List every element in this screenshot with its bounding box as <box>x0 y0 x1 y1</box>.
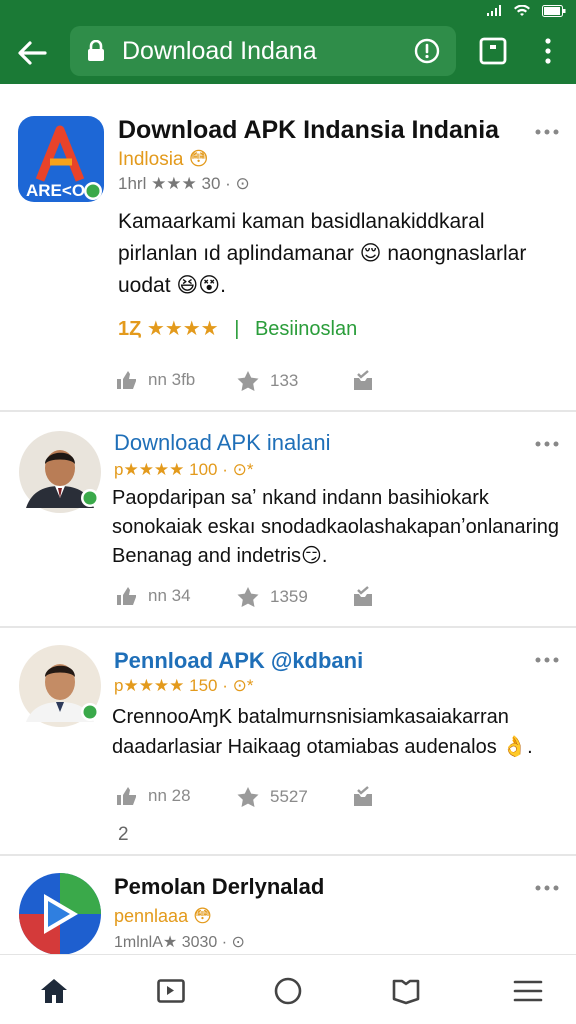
thumbs-up-icon <box>117 587 136 605</box>
star-icon <box>237 371 259 391</box>
inbox-check-icon <box>354 586 372 606</box>
nav-bookmark[interactable] <box>388 975 424 1007</box>
star-count: 133 <box>270 371 299 390</box>
reply-count: 2 <box>118 824 129 845</box>
browser-toolbar: Download Indana <box>0 22 576 84</box>
post-subtitle: p★★★★ 150 · ⊙* <box>114 676 254 695</box>
nav-news[interactable] <box>153 975 189 1007</box>
star-count: 5527 <box>270 787 308 806</box>
post-subtitle: p★★★★ 100 · ⊙* <box>114 460 254 479</box>
more-horiz-icon[interactable] <box>534 436 560 452</box>
nav-menu[interactable] <box>510 975 546 1007</box>
back-arrow-icon <box>18 41 47 65</box>
post-body: CrennooAɱK batalmurnsnisiamkasaiakarran … <box>112 706 533 758</box>
user-avatar[interactable] <box>18 644 102 728</box>
back-button[interactable] <box>12 34 52 72</box>
tabs-icon[interactable] <box>478 36 508 66</box>
bookmark-icon <box>392 979 420 1005</box>
url-text: Download Indana <box>122 37 317 65</box>
post-meta: 1mlnlA★ 3030 · ⊙ <box>114 934 245 951</box>
wifi-icon <box>514 5 530 16</box>
like-button[interactable]: nn 28 <box>116 786 191 806</box>
more-horiz-icon[interactable] <box>534 652 560 668</box>
post-card[interactable]: Pemolan Derlynalad pennlaaa 😳 1mlnlA★ 30… <box>0 856 576 954</box>
app-logo-avatar[interactable]: ARE<O <box>18 116 104 202</box>
post-subtitle: Indlosia 😳 <box>118 149 209 170</box>
star-count: 1359 <box>270 587 308 606</box>
share-button[interactable] <box>352 586 374 608</box>
rating-label[interactable]: Besiinoslan <box>255 318 357 340</box>
post-body: Paopdaripan saʼ nkand indann basihiokark… <box>112 487 559 567</box>
rating-row: 1Ȥ ★★★★ | Besiinoslan <box>118 316 357 341</box>
post-title[interactable]: Download APK inalani <box>114 430 330 456</box>
post-title[interactable]: Pennload APK @kdbani <box>114 648 363 674</box>
info-icon[interactable] <box>414 38 440 64</box>
thumbs-up-icon <box>117 371 136 389</box>
star-button[interactable]: 133 <box>236 370 298 392</box>
rating-divider: | <box>234 318 240 340</box>
feed: ARE<O Download APK Indansia Indania Indl… <box>0 86 576 954</box>
more-horiz-icon[interactable] <box>534 880 560 896</box>
nav-circle[interactable] <box>270 975 306 1007</box>
rating-stars: 1Ȥ ★★★★ <box>118 318 219 340</box>
post-subtitle: pennlaaa 😳 <box>114 906 212 926</box>
inbox-check-icon <box>354 370 372 390</box>
nav-home[interactable] <box>36 975 72 1007</box>
bottom-navigation <box>0 954 576 1024</box>
inbox-check-icon <box>354 786 372 806</box>
post-meta: 1hrl ★★★ 30 · ⊙ <box>118 174 250 193</box>
battery-icon <box>542 5 566 17</box>
post-card[interactable]: ARE<O Download APK Indansia Indania Indl… <box>0 86 576 412</box>
more-vert-icon[interactable] <box>536 36 560 66</box>
svg-text:ARE<O: ARE<O <box>26 181 85 200</box>
post-title[interactable]: Pemolan Derlynalad <box>114 874 324 900</box>
url-bar[interactable]: Download Indana <box>70 26 456 76</box>
star-button[interactable]: 1359 <box>236 586 308 608</box>
share-button[interactable] <box>352 786 374 808</box>
play-store-avatar[interactable] <box>18 872 102 954</box>
like-count: nn 3fb <box>148 370 196 389</box>
hamburger-icon <box>513 980 543 1002</box>
more-horiz-icon[interactable] <box>534 124 560 140</box>
like-count: nn 28 <box>148 786 191 805</box>
star-icon <box>237 587 259 607</box>
like-button[interactable]: nn 34 <box>116 586 191 606</box>
post-title[interactable]: Download APK Indansia Indania <box>118 116 499 145</box>
like-button[interactable]: nn 3fb <box>116 370 195 390</box>
signal-icon <box>487 5 501 16</box>
news-icon <box>157 979 185 1003</box>
thumbs-up-icon <box>117 787 136 805</box>
lock-icon <box>88 40 104 61</box>
star-icon <box>237 787 259 807</box>
post-card[interactable]: Download APK inalani p★★★★ 100 · ⊙* Paop… <box>0 412 576 628</box>
status-bar <box>0 0 576 22</box>
like-count: nn 34 <box>148 586 191 605</box>
circle-icon <box>274 977 302 1005</box>
post-card[interactable]: Pennload APK @kdbani p★★★★ 150 · ⊙* Cren… <box>0 628 576 856</box>
home-icon <box>41 979 67 1003</box>
star-button[interactable]: 5527 <box>236 786 308 808</box>
post-body: Kamaarkami kaman basidlanakiddkaral pirl… <box>118 210 527 297</box>
user-avatar[interactable] <box>18 430 102 514</box>
share-button[interactable] <box>352 370 374 392</box>
